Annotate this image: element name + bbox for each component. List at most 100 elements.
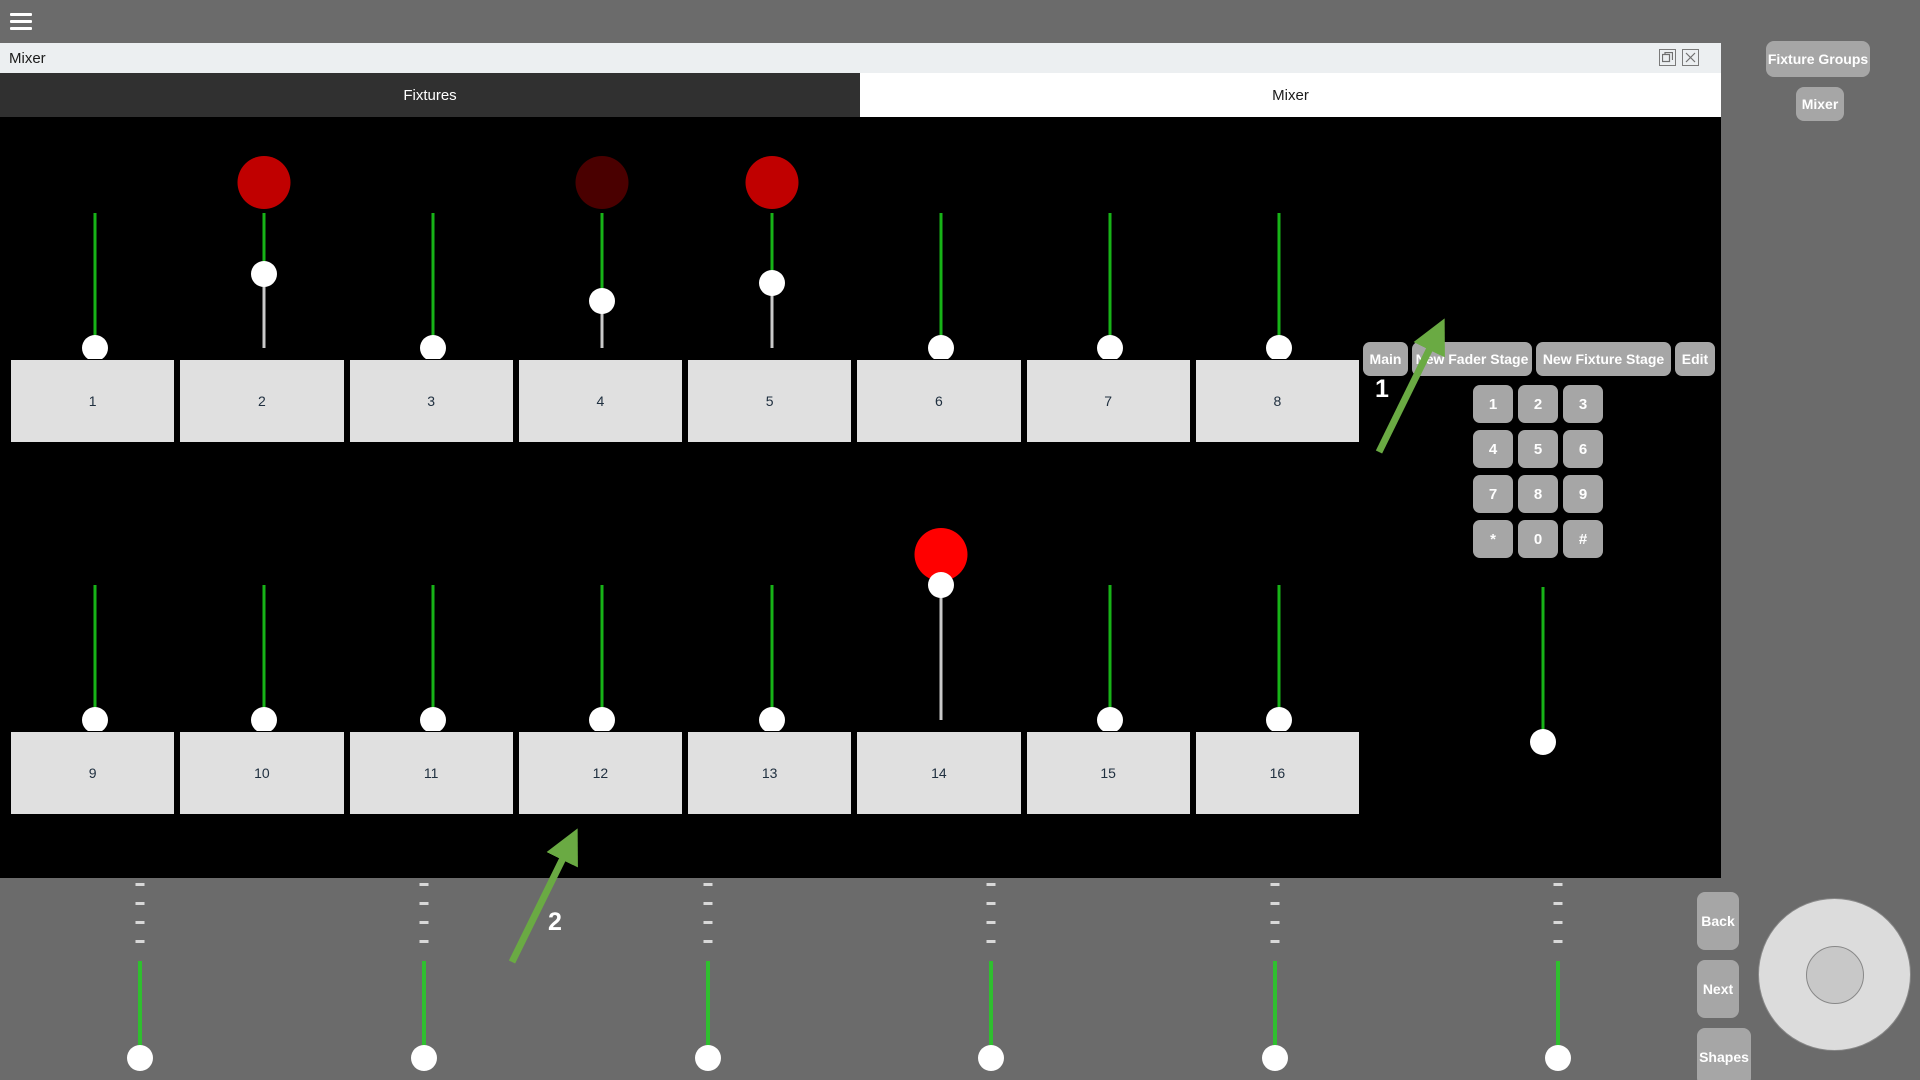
sidebar-button-mixer[interactable]: Mixer: [1796, 87, 1844, 121]
bottom-fader-knob[interactable]: [695, 1045, 721, 1071]
fader-column-13: 13: [687, 503, 856, 815]
fader-knob-7[interactable]: [1097, 335, 1123, 361]
fader-knob-13[interactable]: [758, 707, 785, 733]
fixture-button-10[interactable]: 10: [179, 731, 345, 815]
restore-window-icon[interactable]: [1659, 49, 1676, 66]
fader-knob-16[interactable]: [1266, 707, 1293, 733]
keypad-button-3[interactable]: 3: [1563, 385, 1603, 423]
fixture-button-1[interactable]: 1: [10, 359, 176, 443]
bottom-fader-knob[interactable]: [411, 1045, 437, 1071]
fader-column-16: 16: [1194, 503, 1364, 815]
fixture-button-8[interactable]: 8: [1194, 359, 1360, 443]
bottom-fader-dash-label: [1270, 902, 1280, 905]
sidebar-button-fixture-groups[interactable]: Fixture Groups: [1766, 41, 1870, 77]
fader-track-active-7: [1108, 213, 1112, 348]
fader-column-5: 5: [687, 131, 856, 443]
fixture-button-label: 4: [596, 393, 605, 409]
bottom-fader-dash-label: [419, 902, 429, 905]
keypad-button-6[interactable]: 6: [1563, 430, 1603, 468]
fader-column-1: 1: [10, 131, 179, 443]
bottom-fader-dash-label: [703, 940, 713, 943]
button-shapes[interactable]: Shapes: [1697, 1028, 1751, 1080]
tab-mixer[interactable]: Mixer: [860, 73, 1721, 117]
hamburger-icon[interactable]: [10, 13, 32, 30]
fixture-button-label: 9: [88, 765, 97, 781]
bottom-fader-dash-label: [703, 921, 713, 924]
bottom-fader-track: [422, 961, 426, 1058]
fader-knob-9[interactable]: [81, 707, 108, 733]
fader-knob-11[interactable]: [420, 707, 446, 733]
fader-column-15: 15: [1025, 503, 1195, 815]
close-window-icon[interactable]: [1682, 49, 1699, 66]
fixture-button-14[interactable]: 14: [856, 731, 1022, 815]
keypad-button-1[interactable]: 1: [1473, 385, 1513, 423]
fixture-button-9[interactable]: 9: [10, 731, 176, 815]
bottom-fader-dash-label: [135, 902, 145, 905]
fader-knob-8[interactable]: [1266, 335, 1293, 361]
stage-button-edit[interactable]: Edit: [1675, 342, 1715, 376]
fader-knob-15[interactable]: [1097, 707, 1123, 733]
stage-button-new-fader-stage[interactable]: New Fader Stage: [1412, 342, 1532, 376]
fixture-button-3[interactable]: 3: [348, 359, 514, 443]
bottom-fader-3: [668, 878, 748, 1080]
fixture-button-15[interactable]: 15: [1025, 731, 1191, 815]
fader-column-7: 7: [1025, 131, 1195, 443]
button-next[interactable]: Next: [1697, 960, 1739, 1018]
fixture-button-11[interactable]: 11: [348, 731, 514, 815]
tab-fixtures[interactable]: Fixtures: [0, 73, 860, 117]
fader-track-active-10: [262, 585, 266, 720]
hamburger-bar: [10, 13, 32, 16]
bottom-fader-dash-label: [1270, 883, 1280, 886]
fader-knob-14[interactable]: [927, 572, 954, 598]
fader-knob-12[interactable]: [589, 707, 616, 733]
fixture-button-label: 10: [254, 765, 270, 781]
fixture-button-12[interactable]: 12: [517, 731, 683, 815]
fixture-button-5[interactable]: 5: [687, 359, 853, 443]
bottom-fader-dash-label: [419, 921, 429, 924]
keypad-button-7[interactable]: 7: [1473, 475, 1513, 513]
stage-button-main[interactable]: Main: [1363, 342, 1408, 376]
master-fader-knob[interactable]: [1530, 729, 1556, 755]
bottom-fader-dash-label: [1270, 921, 1280, 924]
bottom-fader-dash-label: [1553, 902, 1563, 905]
fixture-button-16[interactable]: 16: [1194, 731, 1360, 815]
fader-knob-3[interactable]: [420, 335, 446, 361]
fixture-button-2[interactable]: 2: [179, 359, 345, 443]
fixture-button-7[interactable]: 7: [1025, 359, 1191, 443]
bottom-fader-knob[interactable]: [127, 1045, 153, 1071]
fader-knob-1[interactable]: [81, 335, 108, 361]
keypad-button-#[interactable]: #: [1563, 520, 1603, 558]
jog-wheel-hub[interactable]: [1805, 945, 1864, 1004]
fixture-button-4[interactable]: 4: [517, 359, 683, 443]
button-back[interactable]: Back: [1697, 892, 1739, 950]
fader-column-9: 9: [10, 503, 179, 815]
fixture-button-label: 5: [765, 393, 774, 409]
fixture-button-13[interactable]: 13: [687, 731, 853, 815]
fader-knob-4[interactable]: [589, 287, 616, 314]
fader-knob-5[interactable]: [758, 270, 785, 297]
bottom-fader-track: [1273, 961, 1277, 1058]
fixture-button-label: 1: [88, 393, 97, 409]
fader-track-active-3: [431, 213, 435, 348]
bottom-fader-dash-label: [135, 883, 145, 886]
keypad-button-*[interactable]: *: [1473, 520, 1513, 558]
fixture-button-label: 14: [931, 765, 947, 781]
fader-track-active-11: [431, 585, 435, 720]
fader-lamp-2: [237, 156, 291, 209]
fixture-button-6[interactable]: 6: [856, 359, 1022, 443]
keypad-button-4[interactable]: 4: [1473, 430, 1513, 468]
fader-knob-6[interactable]: [927, 335, 954, 361]
fader-knob-2[interactable]: [250, 260, 277, 287]
bottom-fader-dash-label: [703, 902, 713, 905]
fader-track-active-13: [770, 585, 773, 720]
bottom-fader-knob[interactable]: [1262, 1045, 1288, 1071]
fader-knob-10[interactable]: [250, 707, 277, 733]
bottom-fader-knob[interactable]: [1545, 1045, 1571, 1071]
keypad-button-9[interactable]: 9: [1563, 475, 1603, 513]
bottom-fader-knob[interactable]: [978, 1045, 1004, 1071]
jog-wheel[interactable]: [1758, 898, 1911, 1051]
bottom-fader-track: [1556, 961, 1560, 1058]
fader-row-2: 9 10 11 12 13 14 15 16: [0, 503, 1360, 815]
tab-bar: Fixtures Mixer: [0, 73, 1721, 117]
bottom-fader-dash-label: [1553, 940, 1563, 943]
